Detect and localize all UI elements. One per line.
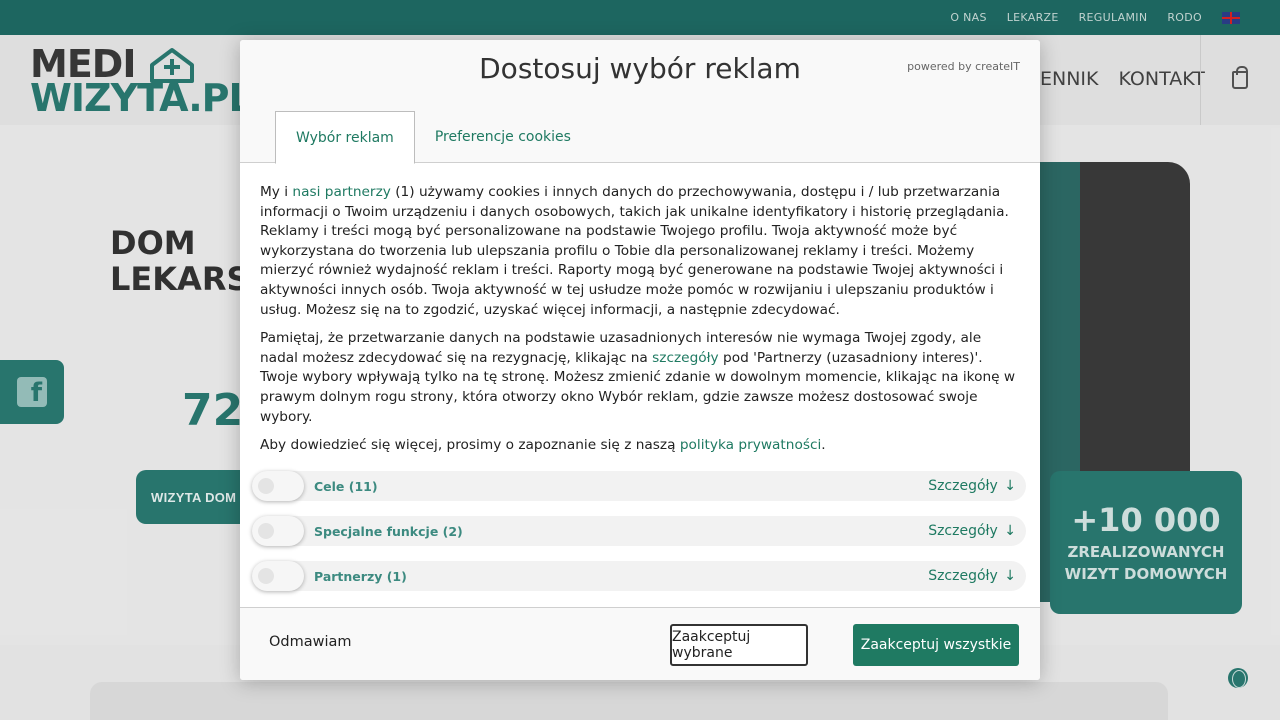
- partners-switch[interactable]: [252, 561, 304, 591]
- powered-by-text: powered by: [907, 60, 972, 73]
- partners-link[interactable]: nasi partnerzy: [292, 184, 390, 200]
- powered-by-brand[interactable]: createIT: [975, 60, 1020, 73]
- para1-text-a: My i: [260, 184, 293, 200]
- accept-all-button[interactable]: Zaakceptuj wszystkie: [853, 624, 1019, 666]
- arrow-down-icon: ↓: [1004, 523, 1016, 539]
- partners-details-link[interactable]: Szczegóły ↓: [928, 568, 1016, 584]
- para3-text-b: .: [821, 437, 826, 454]
- toggle-row-special-features: Specjalne funkcje (2) Szczegóły ↓: [252, 516, 1026, 546]
- reject-button[interactable]: Odmawiam: [269, 634, 352, 650]
- special-features-switch[interactable]: [252, 516, 304, 546]
- modal-body[interactable]: My i nasi partnerzy (1) używamy cookies …: [240, 163, 1040, 608]
- privacy-policy-link[interactable]: polityka prywatności: [680, 437, 821, 453]
- consent-paragraph-3: Aby dowiedzieć się więcej, prosimy o zap…: [260, 436, 1020, 456]
- purposes-details-text: Szczegóły: [928, 478, 998, 494]
- purposes-details-link[interactable]: Szczegóły ↓: [928, 478, 1016, 494]
- details-link[interactable]: szczegóły: [652, 350, 719, 366]
- para3-text-a: Aby dowiedzieć się więcej, prosimy o zap…: [260, 437, 680, 454]
- arrow-down-icon: ↓: [1004, 568, 1016, 584]
- consent-paragraph-2: Pamiętaj, że przetwarzanie danych na pod…: [260, 329, 1020, 427]
- powered-by: powered by createIT: [907, 60, 1020, 73]
- consent-paragraph-1: My i nasi partnerzy (1) używamy cookies …: [260, 183, 1020, 320]
- special-features-details-text: Szczegóły: [928, 523, 998, 539]
- special-features-details-link[interactable]: Szczegóły ↓: [928, 523, 1016, 539]
- tab-cookie-preferences[interactable]: Preferencje cookies: [415, 111, 591, 163]
- consent-modal: Dostosuj wybór reklam powered by createI…: [240, 40, 1040, 680]
- toggle-row-partners: Partnerzy (1) Szczegóły ↓: [252, 561, 1026, 591]
- purposes-label: Cele (11): [314, 478, 378, 494]
- tab-ad-choices[interactable]: Wybór reklam: [275, 111, 415, 164]
- modal-tabs: Wybór reklam Preferencje cookies: [275, 111, 591, 164]
- modal-header: Dostosuj wybór reklam powered by createI…: [240, 40, 1040, 164]
- purposes-switch[interactable]: [252, 471, 304, 501]
- special-features-label: Specjalne funkcje (2): [314, 523, 463, 539]
- toggle-row-purposes: Cele (11) Szczegóły ↓: [252, 471, 1026, 501]
- para1-text-b: (1) używamy cookies i innych danych do p…: [260, 184, 1009, 318]
- arrow-down-icon: ↓: [1004, 478, 1016, 494]
- partners-label: Partnerzy (1): [314, 568, 407, 584]
- partners-details-text: Szczegóły: [928, 568, 998, 584]
- accept-selected-button[interactable]: Zaakceptuj wybrane: [670, 624, 808, 666]
- modal-footer: Odmawiam Zaakceptuj wybrane Zaakceptuj w…: [240, 607, 1040, 680]
